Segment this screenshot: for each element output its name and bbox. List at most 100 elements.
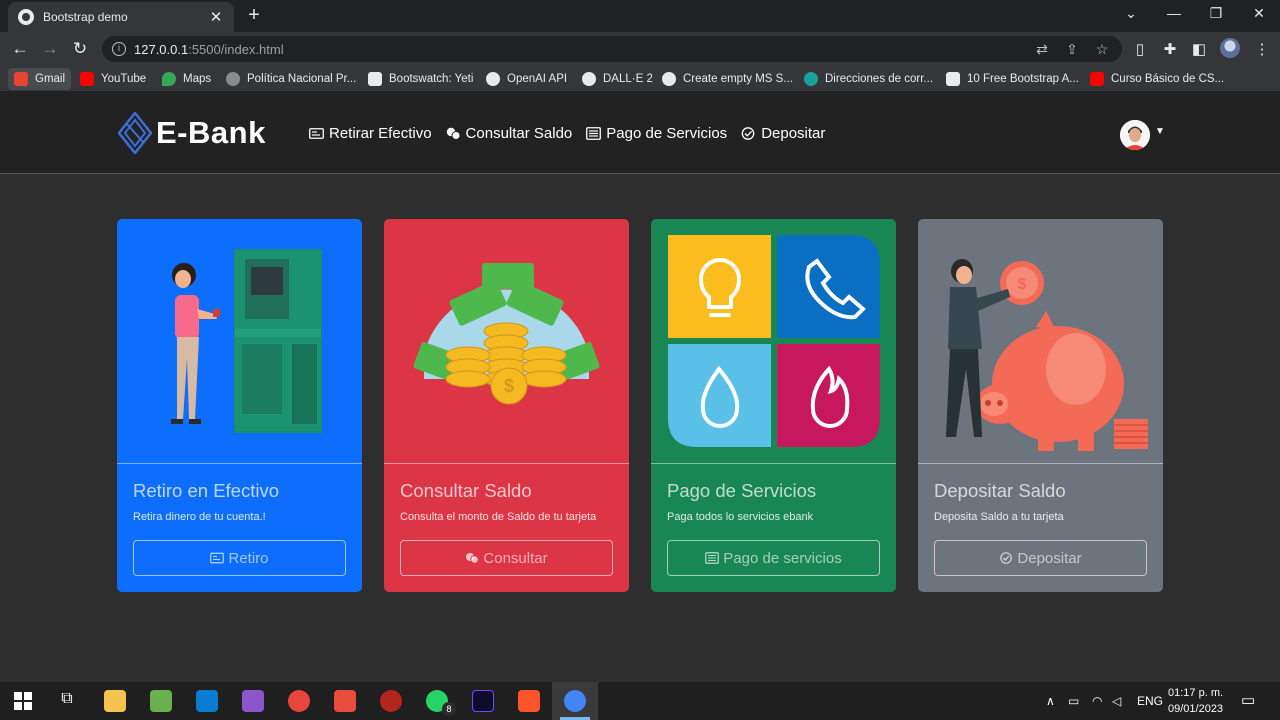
menu-icon[interactable]: ⋮ (1253, 40, 1271, 58)
address-bar[interactable]: i 127.0.0.1:5500/index.html ⇄ ⇪ ☆ (102, 36, 1122, 62)
notification-badge: 8 (442, 702, 456, 716)
retiro-button[interactable]: Retiro (133, 540, 346, 576)
close-window-icon[interactable]: ✕ (1249, 5, 1269, 22)
wifi-icon[interactable]: ◠ (1092, 694, 1102, 708)
visual-studio-icon[interactable] (242, 690, 264, 712)
card-divider (117, 463, 362, 464)
user-photo (1120, 120, 1150, 150)
language-indicator[interactable]: ENG (1137, 694, 1163, 708)
browser-tab[interactable]: Bootstrap demo ✕ (8, 2, 234, 32)
coins-illustration: $ (413, 263, 600, 405)
share-icon[interactable]: ⇪ (1064, 41, 1080, 58)
volume-icon[interactable]: ◁ (1112, 694, 1121, 708)
browser-toolbar: ← → ↻ i 127.0.0.1:5500/index.html ⇄ ⇪ ☆ … (0, 32, 1280, 66)
new-tab-button[interactable]: + (244, 4, 264, 27)
app-icon[interactable] (334, 690, 356, 712)
tab-strip: Bootstrap demo ✕ + ⌄ — ❐ ✕ (0, 0, 1280, 32)
bookmarks-bar: Gmail YouTube Maps Política Nacional Pr.… (0, 66, 1280, 92)
site-info-icon[interactable]: i (112, 42, 126, 56)
card-divider (651, 463, 896, 464)
bootswatch-icon (368, 72, 382, 86)
nav-pago-servicios[interactable]: Pago de Servicios (586, 125, 727, 142)
restore-icon[interactable]: ❐ (1206, 5, 1226, 22)
svg-text:$: $ (1018, 276, 1027, 293)
chrome-icon[interactable] (564, 690, 586, 712)
battery-icon[interactable]: ▭ (1068, 694, 1079, 708)
side-panel-icon[interactable]: ◧ (1190, 40, 1208, 58)
clock-date: 09/01/2023 (1168, 703, 1224, 715)
minimize-icon[interactable]: — (1164, 5, 1184, 21)
card-title: Pago de Servicios (667, 480, 817, 501)
bookmark-direcciones[interactable]: Direcciones de corr... (804, 70, 933, 88)
card-pago-servicios: Pago de Servicios Paga todos lo servicio… (651, 219, 896, 592)
tab-close-icon[interactable]: ✕ (208, 8, 224, 26)
intellij-icon[interactable] (472, 690, 494, 712)
tab-search-icon[interactable]: ⌄ (1121, 5, 1141, 22)
coins-icon (446, 127, 461, 140)
extensions-icon[interactable]: ✚ (1161, 40, 1179, 58)
brand[interactable]: E-Bank (118, 112, 266, 154)
chevron-up-icon[interactable]: ∧ (1046, 694, 1055, 708)
nav-consultar-saldo[interactable]: Consultar Saldo (446, 125, 572, 142)
pago-servicios-button[interactable]: Pago de servicios (667, 540, 880, 576)
receipt-icon (705, 552, 720, 564)
tab-title: Bootstrap demo (43, 10, 128, 24)
bookmark-curso-css[interactable]: Curso Básico de CS... (1090, 70, 1224, 88)
reload-icon[interactable]: ↻ (70, 39, 90, 59)
brand-name: E-Bank (156, 115, 266, 150)
card-title: Depositar Saldo (934, 480, 1066, 501)
clock[interactable]: 01:17 p. m. 09/01/2023 (1168, 685, 1223, 717)
bookmark-openai[interactable]: OpenAI API (486, 70, 567, 88)
coins-icon (466, 553, 480, 564)
youtube-icon (80, 72, 94, 86)
cash-icon (210, 552, 225, 564)
depositar-button[interactable]: Depositar (934, 540, 1147, 576)
url-path: :5500/index.html (188, 41, 284, 57)
file-explorer-icon[interactable] (104, 690, 126, 712)
atm-illustration (171, 249, 322, 433)
site-icon (946, 72, 960, 86)
globe-icon (18, 9, 34, 25)
card-depositar: $ Depositar Saldo Deposita Saldo a tu ta… (918, 219, 1163, 592)
caret-down-icon[interactable]: ▼ (1155, 126, 1165, 137)
forward-icon[interactable]: → (40, 39, 60, 59)
bookmark-star-icon[interactable]: ☆ (1094, 41, 1110, 58)
bookmark-dalle[interactable]: DALL·E 2 (582, 70, 653, 88)
bookmark-maps[interactable]: Maps (162, 70, 211, 88)
receipt-icon (586, 127, 602, 140)
svg-text:$: $ (504, 376, 514, 396)
card-consultar: $ Consultar Saldo Consulta el monto de S… (384, 219, 629, 592)
bookmark-gmail[interactable]: Gmail (8, 68, 72, 90)
piggy-bank-illustration: $ (946, 259, 1148, 451)
browser-profile-avatar[interactable] (1220, 38, 1240, 58)
translate-icon[interactable]: ⇄ (1034, 41, 1050, 58)
globe-icon (662, 72, 676, 86)
wordpress-icon (226, 72, 240, 86)
recorder-icon[interactable] (380, 690, 402, 712)
app-icon[interactable] (150, 690, 172, 712)
vscode-icon[interactable] (196, 690, 218, 712)
windows-start-icon[interactable] (12, 690, 34, 712)
bookmark-politica[interactable]: Política Nacional Pr... (226, 70, 356, 88)
user-avatar[interactable] (1120, 120, 1150, 150)
nav-retirar-efectivo[interactable]: Retirar Efectivo (309, 125, 432, 142)
page-content: E-Bank Retirar Efectivo Consultar Saldo … (0, 92, 1280, 682)
bookmark-youtube[interactable]: YouTube (80, 70, 146, 88)
bookmark-create-ms[interactable]: Create empty MS S... (662, 70, 793, 88)
card-title: Retiro en Efectivo (133, 480, 280, 501)
bookmark-bootswatch[interactable]: Bootswatch: Yeti (368, 70, 473, 88)
consultar-button[interactable]: Consultar (400, 540, 613, 576)
brave-icon[interactable] (518, 690, 540, 712)
nav-depositar[interactable]: Depositar (741, 125, 825, 142)
phone-icon[interactable]: ▯ (1131, 40, 1149, 58)
notifications-icon[interactable]: ▭ (1241, 691, 1255, 709)
back-icon[interactable]: ← (10, 39, 30, 59)
services-illustration (668, 235, 880, 447)
bookmark-bootstrap-admin[interactable]: 10 Free Bootstrap A... (946, 70, 1079, 88)
youtube-icon (1090, 72, 1104, 86)
card-text: Paga todos lo servicios ebank (667, 511, 814, 523)
windows-taskbar: ⧉ 8 ∧ ▭ ◠ ◁ ENG 01:17 p. m. 09/01/2023 ▭ (0, 682, 1280, 720)
task-view-icon[interactable]: ⧉ (56, 690, 78, 712)
cash-icon (309, 128, 324, 139)
chrome-icon[interactable] (288, 690, 310, 712)
